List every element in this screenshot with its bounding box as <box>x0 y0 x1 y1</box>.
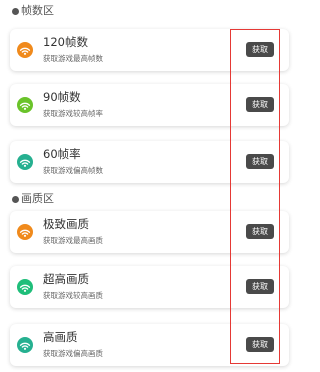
get-button[interactable]: 获取 <box>246 279 274 294</box>
option-name: 极致画质 <box>43 217 89 231</box>
section-title-label: 画质区 <box>21 192 54 205</box>
option-name: 120帧数 <box>43 35 88 49</box>
wifi-icon <box>17 97 33 113</box>
option-card-super-high-quality: 超高画质 获取游戏较高画质 获取 <box>10 266 289 308</box>
option-desc: 获取游戏最高帧数 <box>43 54 103 63</box>
option-desc: 获取游戏较高画质 <box>43 291 103 300</box>
option-desc: 获取游戏较高帧率 <box>43 109 103 118</box>
wifi-icon <box>17 224 33 240</box>
option-desc: 获取游戏最高画质 <box>43 236 103 245</box>
section-title-label: 帧数区 <box>21 4 54 17</box>
wifi-icon <box>17 42 33 58</box>
section-title-fps: 帧数区 <box>12 4 54 18</box>
option-card-120fps: 120帧数 获取游戏最高帧数 获取 <box>10 29 289 71</box>
section-dot-icon <box>12 7 19 15</box>
option-card-60fps: 60帧率 获取游戏偏高帧数 获取 <box>10 141 289 183</box>
section-title-quality: 画质区 <box>12 192 54 206</box>
get-button[interactable]: 获取 <box>246 224 274 239</box>
get-button[interactable]: 获取 <box>246 42 274 57</box>
wifi-icon <box>17 154 33 170</box>
option-name: 90帧数 <box>43 90 81 104</box>
section-dot-icon <box>12 195 19 203</box>
option-card-ultimate-quality: 极致画质 获取游戏最高画质 获取 <box>10 211 289 253</box>
option-name: 60帧率 <box>43 147 81 161</box>
option-card-90fps: 90帧数 获取游戏较高帧率 获取 <box>10 84 289 126</box>
option-name: 超高画质 <box>43 272 89 286</box>
option-card-high-quality: 高画质 获取游戏偏高画质 获取 <box>10 324 289 366</box>
highlight-box <box>230 29 280 364</box>
get-button[interactable]: 获取 <box>246 337 274 352</box>
option-name: 高画质 <box>43 330 78 344</box>
option-desc: 获取游戏偏高帧数 <box>43 166 103 175</box>
wifi-icon <box>17 337 33 353</box>
get-button[interactable]: 获取 <box>246 154 274 169</box>
option-desc: 获取游戏偏高画质 <box>43 349 103 358</box>
wifi-icon <box>17 279 33 295</box>
get-button[interactable]: 获取 <box>246 97 274 112</box>
